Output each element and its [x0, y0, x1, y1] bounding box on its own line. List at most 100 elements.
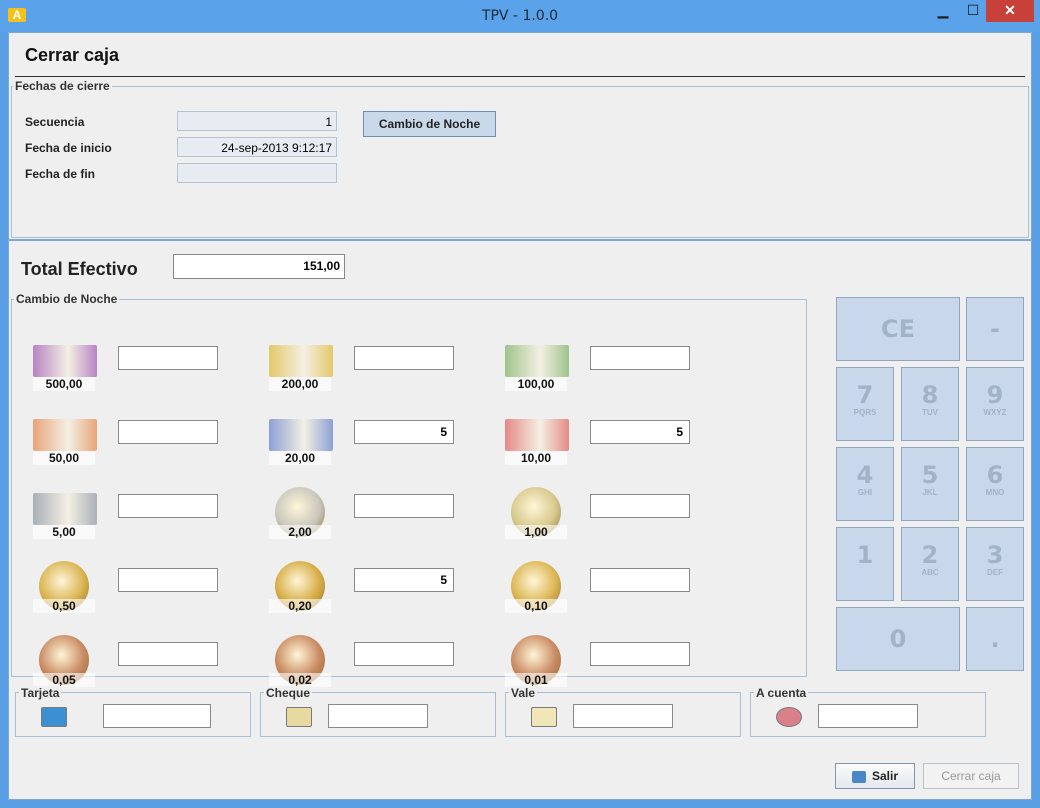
- keypad-key-label: .: [990, 625, 1000, 653]
- payment-amount-field[interactable]: [573, 704, 673, 728]
- payment-legend: Vale: [509, 686, 538, 700]
- keypad-key-label: 7: [856, 381, 874, 409]
- denomination-count-field[interactable]: [118, 420, 218, 444]
- denomination-note-icon: 200,00: [269, 341, 335, 391]
- total-efectivo-field[interactable]: 151,00: [173, 254, 345, 279]
- keypad-key-letters: PQRS: [853, 408, 877, 417]
- window-title: TPV - 1.0.0: [481, 8, 559, 24]
- keypad-key[interactable]: 0: [836, 607, 960, 671]
- denomination-label: 200,00: [269, 377, 331, 391]
- denomination-note-icon: 5,00: [33, 489, 99, 539]
- denomination-coin-icon: 0,02: [269, 635, 335, 687]
- salir-label: Salir: [871, 769, 898, 783]
- keypad-key-label: 8: [921, 381, 939, 409]
- main-panel: Cerrar caja Fechas de cierre Secuencia 1…: [8, 32, 1032, 800]
- keypad-key[interactable]: 7 PQRS: [836, 367, 894, 441]
- payment-legend: Cheque: [264, 686, 313, 700]
- section-separator: [9, 239, 1031, 241]
- denomination-count-field[interactable]: 5: [354, 420, 454, 444]
- banknote-icon: [505, 345, 569, 377]
- keypad-key-letters: DEF: [987, 568, 1003, 577]
- window-titlebar: A TPV - 1.0.0 ▁ ☐ ✕: [0, 0, 1040, 32]
- denomination-count-field[interactable]: [118, 642, 218, 666]
- keypad-key[interactable]: 9 WXYZ: [966, 367, 1024, 441]
- keypad-key-label: 5: [921, 461, 939, 489]
- denomination-label: 0,02: [269, 673, 331, 687]
- banknote-icon: [269, 419, 333, 451]
- banknote-icon: [505, 419, 569, 451]
- close-button[interactable]: ✕: [986, 0, 1034, 22]
- payment-amount-field[interactable]: [818, 704, 918, 728]
- denomination-count-field[interactable]: [118, 568, 218, 592]
- home-icon: [851, 770, 866, 783]
- keypad-key[interactable]: CE: [836, 297, 960, 361]
- denomination-count-field[interactable]: [354, 642, 454, 666]
- denomination-label: 100,00: [505, 377, 567, 391]
- denomination-coin-icon: 0,05: [33, 635, 99, 687]
- denomination-note-icon: 50,00: [33, 415, 99, 465]
- cambio-de-noche-button[interactable]: Cambio de Noche: [363, 111, 496, 137]
- fecha-inicio-label: Fecha de inicio: [25, 141, 112, 155]
- fecha-fin-field[interactable]: [177, 163, 337, 183]
- keypad-key-label: -: [990, 315, 1000, 343]
- denomination-count-field[interactable]: [118, 494, 218, 518]
- keypad-key-label: 0: [889, 625, 907, 653]
- page-title: Cerrar caja: [25, 45, 120, 65]
- denomination-note-icon: 10,00: [505, 415, 571, 465]
- banknote-icon: [269, 345, 333, 377]
- denomination-note-icon: 100,00: [505, 341, 571, 391]
- fecha-inicio-field[interactable]: 24-sep-2013 9:12:17: [177, 137, 337, 157]
- salir-button[interactable]: Salir: [835, 763, 915, 789]
- cerrar-caja-button[interactable]: Cerrar caja: [923, 763, 1019, 789]
- maximize-button[interactable]: ☐: [958, 0, 988, 22]
- keypad-key-label: 3: [986, 541, 1004, 569]
- payment-amount-field[interactable]: [328, 704, 428, 728]
- denomination-note-icon: 500,00: [33, 341, 99, 391]
- denomination-label: 0,01: [505, 673, 567, 687]
- keypad-key[interactable]: 5 JKL: [901, 447, 959, 521]
- denomination-count-field[interactable]: [354, 494, 454, 518]
- keypad-key-label: 6: [986, 461, 1004, 489]
- denomination-count-field[interactable]: [354, 346, 454, 370]
- denomination-count-field[interactable]: 5: [354, 568, 454, 592]
- keypad-key-label: 4: [856, 461, 874, 489]
- keypad-key[interactable]: 8 TUV: [901, 367, 959, 441]
- denomination-count-field[interactable]: [590, 494, 690, 518]
- keypad-key-letters: ABC: [921, 568, 939, 577]
- keypad-key[interactable]: 1: [836, 527, 894, 601]
- denomination-label: 5,00: [33, 525, 95, 539]
- keypad-key[interactable]: .: [966, 607, 1024, 671]
- title-divider: [15, 76, 1025, 77]
- fecha-fin-label: Fecha de fin: [25, 167, 96, 181]
- notepad-icon: [531, 707, 557, 727]
- denomination-label: 0,05: [33, 673, 95, 687]
- keypad-key-label: CE: [880, 315, 915, 343]
- denomination-count-field[interactable]: [590, 568, 690, 592]
- keypad-key[interactable]: 4 GHI: [836, 447, 894, 521]
- secuencia-field[interactable]: 1: [177, 111, 337, 131]
- keypad-key-letters: GHI: [857, 488, 873, 497]
- keypad-key[interactable]: 3 DEF: [966, 527, 1024, 601]
- denomination-note-icon: 20,00: [269, 415, 335, 465]
- denomination-coin-icon: 1,00: [505, 487, 571, 539]
- keypad-key[interactable]: 6 MNO: [966, 447, 1024, 521]
- denomination-coin-icon: 0,50: [33, 561, 99, 613]
- keypad-key-label: 1: [856, 541, 874, 569]
- keypad-key[interactable]: 2 ABC: [901, 527, 959, 601]
- denomination-count-field[interactable]: [118, 346, 218, 370]
- minimize-button[interactable]: ▁: [928, 0, 958, 22]
- denomination-count-field[interactable]: [590, 346, 690, 370]
- denomination-label: 0,10: [505, 599, 567, 613]
- denomination-label: 0,50: [33, 599, 95, 613]
- customer-icon: [776, 707, 802, 727]
- denomination-coin-icon: 0,20: [269, 561, 335, 613]
- cambio-legend: Cambio de Noche: [14, 292, 120, 306]
- banknote-icon: [33, 493, 97, 525]
- denomination-count-field[interactable]: 5: [590, 420, 690, 444]
- total-efectivo-label: Total Efectivo: [21, 259, 138, 279]
- payment-legend: A cuenta: [754, 686, 809, 700]
- keypad-key[interactable]: -: [966, 297, 1024, 361]
- fechas-group: [11, 86, 1029, 238]
- payment-amount-field[interactable]: [103, 704, 211, 728]
- denomination-count-field[interactable]: [590, 642, 690, 666]
